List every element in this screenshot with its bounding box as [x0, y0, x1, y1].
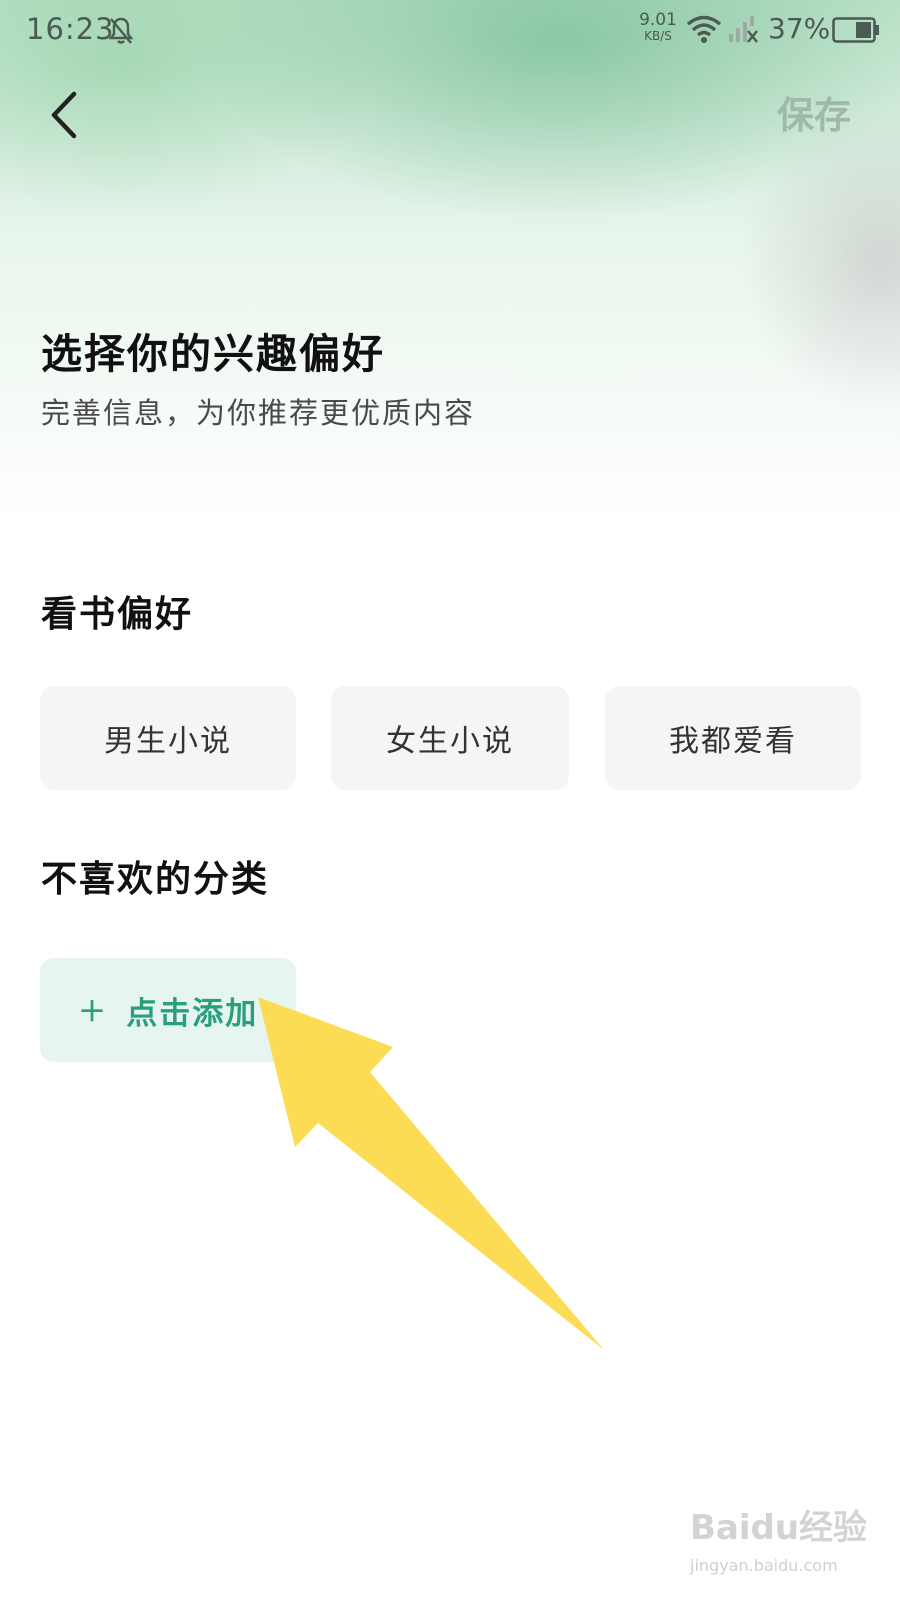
watermark: Baidu经验 jingyan.baidu.com: [690, 1500, 880, 1590]
wifi-icon: [686, 15, 722, 43]
option-female-novels[interactable]: 女生小说: [331, 686, 569, 790]
network-speed: 9.01 KB/S: [636, 12, 680, 44]
battery-percentage: 37%: [768, 12, 831, 45]
watermark-url: jingyan.baidu.com: [690, 1556, 838, 1575]
option-male-novels[interactable]: 男生小说: [40, 686, 296, 790]
bell-muted-icon: [108, 17, 134, 44]
cellular-signal-icon: [729, 16, 758, 43]
battery-icon: [832, 17, 879, 43]
status-bar: 16:23 9.01 KB/S 37%: [0, 0, 900, 64]
header-background: [0, 0, 900, 520]
chevron-left-icon: [51, 91, 77, 139]
add-category-label: 点击添加: [126, 995, 259, 1032]
status-time: 16:23: [26, 12, 115, 46]
watermark-logo: Baidu经验: [690, 1508, 868, 1548]
back-button[interactable]: [44, 88, 88, 142]
page-title: 选择你的兴趣偏好: [41, 330, 385, 378]
network-speed-unit: KB/S: [644, 29, 672, 43]
option-both[interactable]: 我都爱看: [605, 686, 861, 790]
arrow-shape: [258, 997, 604, 1350]
network-speed-value: 9.01: [639, 10, 677, 30]
page-subtitle: 完善信息，为你推荐更优质内容: [41, 396, 476, 430]
plus-icon: +: [77, 990, 109, 1030]
save-button[interactable]: 保存: [764, 90, 864, 140]
reading-preference-title: 看书偏好: [41, 593, 194, 635]
add-category-button[interactable]: + 点击添加: [40, 958, 296, 1062]
disliked-categories-title: 不喜欢的分类: [41, 858, 270, 900]
